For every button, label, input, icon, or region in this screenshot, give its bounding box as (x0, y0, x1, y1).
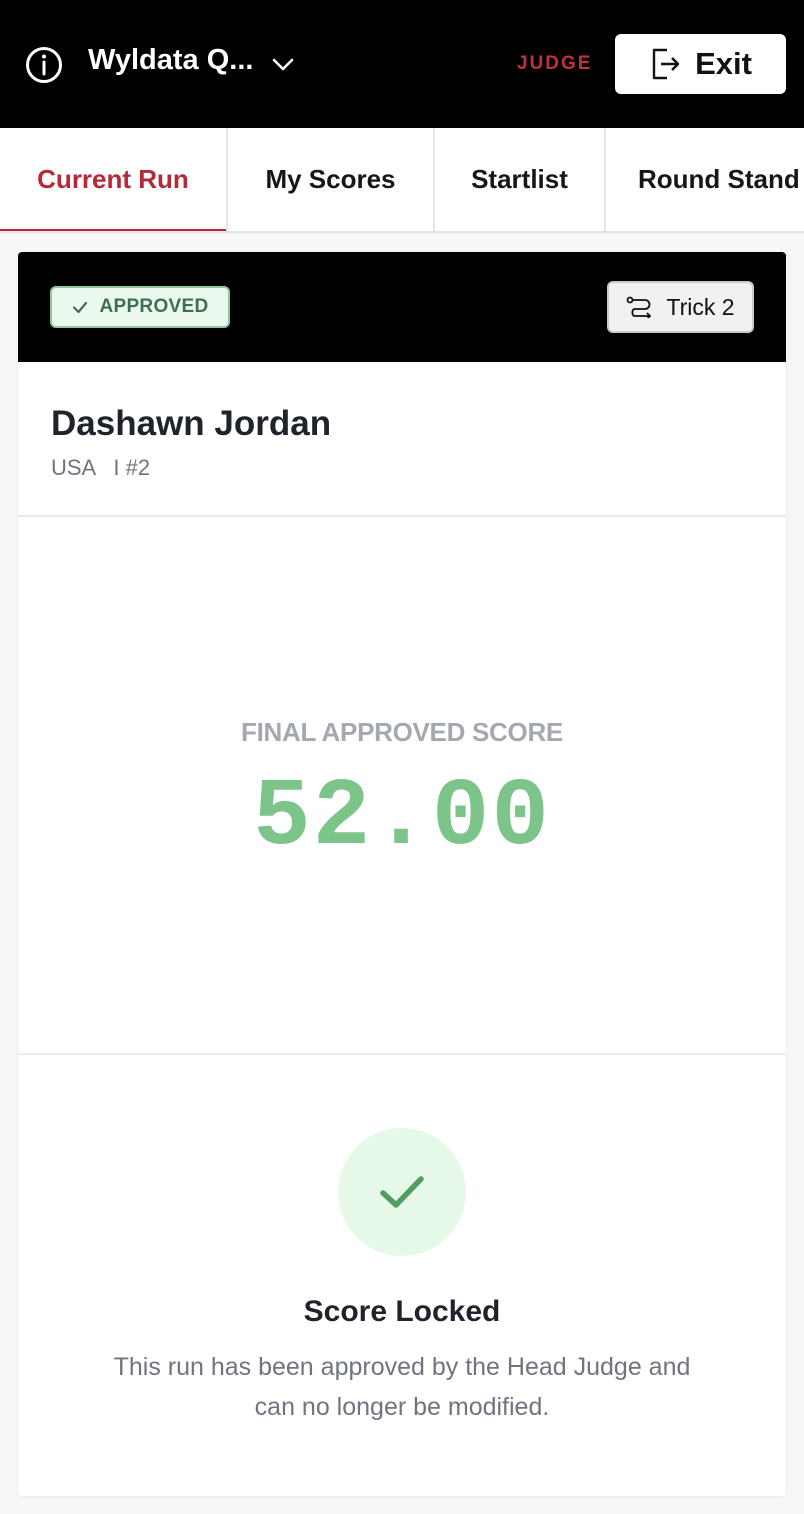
score-caption: FINAL APPROVED SCORE (241, 717, 563, 747)
locked-description: This run has been approved by the Head J… (113, 1353, 691, 1421)
role-label: JUDGE (517, 53, 593, 74)
trick-button[interactable]: Trick 2 (607, 281, 754, 333)
trick-label: Trick 2 (666, 293, 735, 320)
tab-current-run[interactable]: Current Run (0, 128, 228, 231)
check-icon (380, 1176, 424, 1208)
locked-title: Score Locked (303, 1295, 501, 1328)
event-selector[interactable]: Wyldata Q... (88, 44, 253, 77)
run-card: APPROVED Trick 2 Dashawn Jordan USA I #2… (18, 252, 786, 1496)
tab-startlist[interactable]: Startlist (435, 128, 606, 231)
athlete-name: Dashawn Jordan (51, 404, 332, 443)
exit-icon (652, 48, 680, 80)
exit-button[interactable]: Exit (615, 34, 786, 94)
athlete-meta: USA I #2 (51, 455, 151, 480)
check-icon (73, 301, 88, 314)
tab-round-standings[interactable]: Round Stand (606, 128, 804, 231)
route-icon (627, 296, 652, 318)
score-locked-section: Score Locked This run has been approved … (18, 1055, 786, 1496)
top-bar: Wyldata Q... JUDGE Exit (0, 0, 804, 128)
status-badge: APPROVED (50, 286, 230, 328)
athlete-info: Dashawn Jordan USA I #2 (18, 362, 786, 517)
final-score-value: 52.00 (252, 763, 552, 872)
score-section: FINAL APPROVED SCORE 52.00 (18, 517, 786, 1055)
exit-label: Exit (695, 46, 752, 81)
tab-my-scores[interactable]: My Scores (228, 128, 435, 231)
status-label: APPROVED (99, 296, 209, 317)
run-card-header: APPROVED Trick 2 (18, 252, 786, 362)
chevron-down-icon[interactable] (270, 52, 296, 78)
info-icon[interactable] (25, 46, 63, 84)
tab-bar: Current Run My Scores Startlist Round St… (0, 128, 804, 233)
locked-status-circle (338, 1128, 466, 1256)
